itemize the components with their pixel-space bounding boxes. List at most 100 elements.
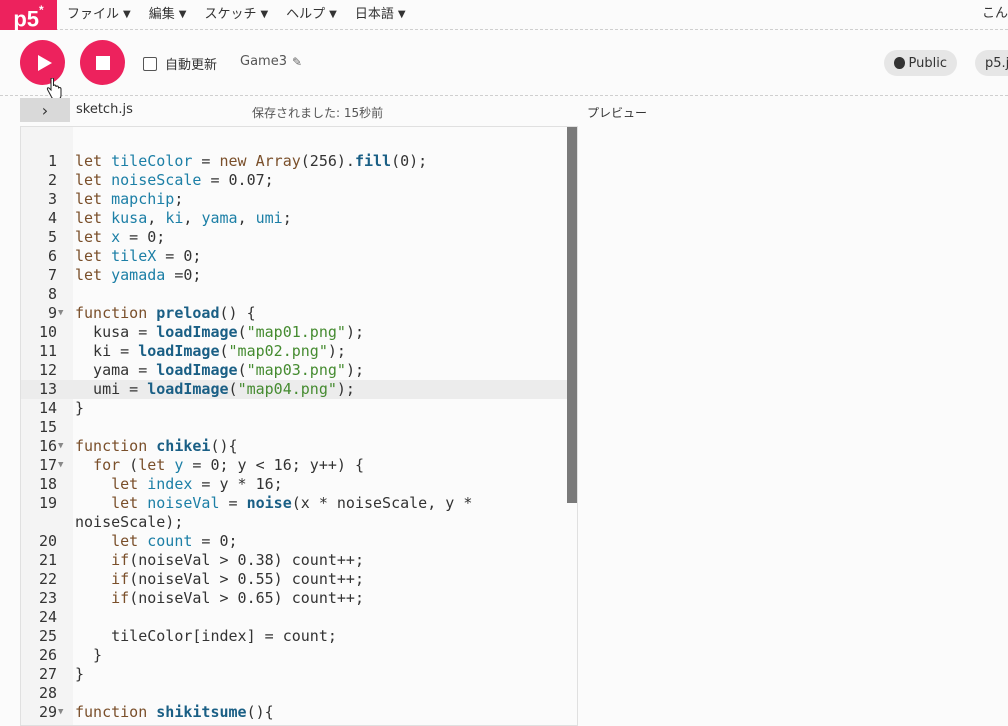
code-text: let mapchip; xyxy=(75,190,184,208)
fold-arrow-icon[interactable]: ▼ xyxy=(58,703,63,722)
code-line[interactable]: 7 let yamada =0; xyxy=(21,266,569,285)
code-line[interactable]: 25 tileColor[index] = count; xyxy=(21,627,569,646)
sidebar-toggle-button[interactable]: › xyxy=(20,98,70,122)
line-number: 1 xyxy=(47,152,57,170)
fold-arrow-icon[interactable]: ▼ xyxy=(58,304,63,323)
menu-bar: p5* ファイル ▼ 編集 ▼ スケッチ ▼ ヘルプ ▼ 日本語 ▼ こん xyxy=(0,0,1008,31)
line-number: 24 xyxy=(38,608,57,626)
code-text: kusa = loadImage("map01.png"); xyxy=(75,323,364,341)
line-number: 20 xyxy=(38,532,57,550)
autorefresh-toggle[interactable]: 自動更新 xyxy=(143,54,217,73)
code-text: let noiseScale = 0.07; xyxy=(75,171,274,189)
code-line[interactable]: 11 ki = loadImage("map02.png"); xyxy=(21,342,569,361)
line-number: 28 xyxy=(38,684,57,702)
code-editor[interactable]: 1 let tileColor = new Array(256).fill(0);… xyxy=(20,126,578,726)
menu-help[interactable]: ヘルプ ▼ xyxy=(285,0,346,30)
code-line[interactable]: 5 let x = 0; xyxy=(21,228,569,247)
code-text: if(noiseVal > 0.65) count++; xyxy=(111,589,364,607)
chevron-down-icon: ▼ xyxy=(397,9,406,20)
code-line[interactable]: 1 let tileColor = new Array(256).fill(0); xyxy=(21,152,569,171)
code-line[interactable]: 29 ▼ function shikitsume(){ xyxy=(21,703,569,722)
code-line[interactable]: 20 let count = 0; xyxy=(21,532,569,551)
code-text: if(noiseVal > 0.38) count++; xyxy=(111,551,364,569)
editor-header: › sketch.js 保存されました: 15秒前 xyxy=(20,98,580,124)
line-number: 29 xyxy=(38,703,57,721)
play-icon xyxy=(37,54,52,71)
line-number: 10 xyxy=(38,323,57,341)
menu-edit[interactable]: 編集 ▼ xyxy=(148,0,196,30)
sketch-name[interactable]: Game3 ✎ xyxy=(240,54,302,69)
code-line[interactable]: 27} xyxy=(21,665,569,684)
code-line[interactable]: 10 kusa = loadImage("map01.png"); xyxy=(21,323,569,342)
chevron-down-icon: ▼ xyxy=(178,9,187,20)
code-text: } xyxy=(75,665,85,683)
code-line[interactable]: 24 xyxy=(21,608,569,627)
editor-scrollbar[interactable] xyxy=(567,127,577,503)
menu-sketch[interactable]: スケッチ ▼ xyxy=(203,0,277,30)
code-line[interactable]: 16 ▼ function chikei(){ xyxy=(21,437,569,456)
line-number: 23 xyxy=(38,589,57,607)
line-number: 18 xyxy=(38,475,57,493)
code-text: let tileX = 0; xyxy=(75,247,202,265)
line-number: 11 xyxy=(38,342,57,360)
preview-title: プレビュー xyxy=(587,106,648,120)
autorefresh-label: 自動更新 xyxy=(165,58,218,73)
code-text: } xyxy=(75,646,103,664)
stop-button[interactable] xyxy=(80,40,125,85)
line-number: 15 xyxy=(38,418,57,436)
code-line[interactable]: 2 let noiseScale = 0.07; xyxy=(21,171,569,190)
code-text: noiseScale); xyxy=(75,513,184,531)
code-line[interactable]: 15 xyxy=(21,418,569,437)
code-line[interactable]: 21 if(noiseVal > 0.38) count++; xyxy=(21,551,569,570)
autorefresh-checkbox[interactable] xyxy=(143,56,157,71)
line-number: 14 xyxy=(38,399,57,417)
code-line[interactable]: 23 if(noiseVal > 0.65) count++; xyxy=(21,589,569,608)
code-text: yama = loadImage("map03.png"); xyxy=(75,361,364,379)
code-line[interactable]: 28 xyxy=(21,684,569,703)
line-number: 22 xyxy=(38,570,57,588)
code-text: let x = 0; xyxy=(75,228,166,246)
code-line[interactable]: 3 let mapchip; xyxy=(21,190,569,209)
code-line[interactable]: 17 ▼ for (let y = 0; y < 16; y++) { xyxy=(21,456,569,475)
menu-language[interactable]: 日本語 ▼ xyxy=(354,0,415,30)
code-line[interactable]: 6 let tileX = 0; xyxy=(21,247,569,266)
hand-cursor-icon xyxy=(46,78,62,100)
code-text: for (let y = 0; y < 16; y++) { xyxy=(93,456,364,474)
save-status: 保存されました: 15秒前 xyxy=(252,106,384,120)
code-line[interactable]: 8 xyxy=(21,285,569,304)
line-number: 21 xyxy=(38,551,57,569)
line-number: 25 xyxy=(38,627,57,645)
menu-file[interactable]: ファイル ▼ xyxy=(66,0,140,30)
code-line[interactable]: 22 if(noiseVal > 0.55) count++; xyxy=(21,570,569,589)
code-text: let tileColor = new Array(256).fill(0); xyxy=(75,152,428,170)
chevron-down-icon: ▼ xyxy=(260,9,269,20)
globe-icon xyxy=(894,57,905,69)
fold-arrow-icon[interactable]: ▼ xyxy=(58,437,63,456)
line-number: 6 xyxy=(47,247,57,265)
line-number: 3 xyxy=(47,190,57,208)
code-line[interactable]: 26 } xyxy=(21,646,569,665)
code-text: ki = loadImage("map02.png"); xyxy=(75,342,346,360)
version-button[interactable]: p5.js xyxy=(975,50,1008,76)
code-line[interactable]: 12 yama = loadImage("map03.png"); xyxy=(21,361,569,380)
code-line[interactable]: 14} xyxy=(21,399,569,418)
code-line[interactable]: 9 ▼ function preload() { xyxy=(21,304,569,323)
version-label: p5.js xyxy=(985,55,1008,71)
pencil-icon[interactable]: ✎ xyxy=(292,55,302,69)
code-text: let noiseVal = noise(x * noiseScale, y * xyxy=(111,494,473,512)
code-line[interactable]: 4 let kusa, ki, yama, umi; xyxy=(21,209,569,228)
visibility-button[interactable]: Public xyxy=(884,50,957,76)
code-lines[interactable]: 1 let tileColor = new Array(256).fill(0);… xyxy=(21,152,569,722)
p5-logo[interactable]: p5* xyxy=(0,0,57,31)
code-line[interactable]: noiseScale); xyxy=(21,513,569,532)
main-menu: ファイル ▼ 編集 ▼ スケッチ ▼ ヘルプ ▼ 日本語 ▼ xyxy=(66,0,423,30)
stop-icon xyxy=(95,55,110,70)
line-number: 9 xyxy=(47,304,57,322)
fold-arrow-icon[interactable]: ▼ xyxy=(58,456,63,475)
code-line[interactable]: 19 let noiseVal = noise(x * noiseScale, … xyxy=(21,494,569,513)
user-greeting[interactable]: こん xyxy=(982,2,1008,21)
line-number: 26 xyxy=(38,646,57,664)
code-line[interactable]: 18 let index = y * 16; xyxy=(21,475,569,494)
chevron-down-icon: ▼ xyxy=(123,9,131,20)
code-line[interactable]: 13 umi = loadImage("map04.png"); xyxy=(21,380,569,399)
